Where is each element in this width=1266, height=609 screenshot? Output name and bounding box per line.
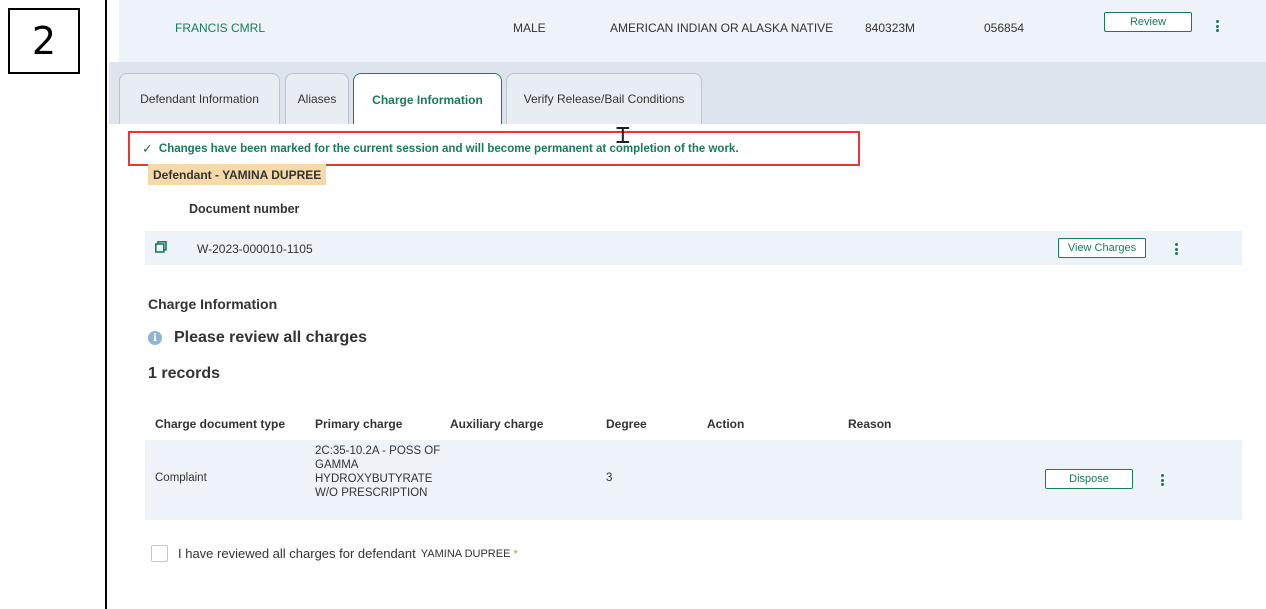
defendant-name[interactable]: FRANCIS CMRL [175, 21, 265, 35]
charges-table-header: Charge document type Primary charge Auxi… [145, 414, 1242, 436]
tab-defendant-information[interactable]: Defendant Information [119, 73, 280, 124]
tab-verify-release-bail-conditions[interactable]: Verify Release/Bail Conditions [506, 73, 702, 124]
step-number: 2 [31, 19, 57, 63]
review-confirmation: I have reviewed all charges for defendan… [151, 545, 518, 562]
records-count: 1 records [148, 365, 221, 382]
review-confirmation-checkbox[interactable] [151, 545, 168, 562]
defendant-race: AMERICAN INDIAN OR ALASKA NATIVE [610, 21, 834, 35]
row-actions-menu-icon[interactable] [1212, 18, 1222, 34]
document-number: W-2023-000010-1105 [197, 242, 313, 256]
defendant-sex: MALE [513, 21, 546, 35]
tab-content: ✓ Changes have been marked for the curre… [119, 124, 1266, 609]
column-header: Action [707, 417, 745, 431]
document-number-header: Document number [189, 202, 300, 216]
app-frame: FRANCIS CMRL MALE AMERICAN INDIAN OR ALA… [105, 0, 1266, 609]
document-actions-menu-icon[interactable] [1171, 241, 1181, 257]
success-message: ✓ Changes have been marked for the curre… [128, 131, 860, 166]
checkmark-icon: ✓ [142, 140, 153, 156]
charge-information-title: Charge Information [148, 296, 278, 312]
charge-actions-menu-icon[interactable] [1157, 472, 1167, 488]
tab-strip: Defendant Information Aliases Charge Inf… [109, 62, 1266, 126]
defendant-tag: Defendant - YAMINA DUPREE [148, 164, 327, 185]
review-confirmation-label: I have reviewed all charges for defendan… [178, 546, 416, 561]
dispose-button[interactable]: Dispose [1045, 469, 1133, 489]
table-row: Complaint 2C:35-10.2A - POSS OF GAMMA HY… [145, 440, 1242, 520]
defendant-id-secondary: 056854 [984, 21, 1025, 35]
defendant-summary-row: FRANCIS CMRL MALE AMERICAN INDIAN OR ALA… [119, 0, 1266, 62]
column-header: Degree [606, 417, 647, 431]
defendant-id-primary: 840323M [865, 21, 916, 35]
text-cursor-icon: Ꮖ [616, 124, 631, 149]
required-marker: * [513, 546, 519, 561]
view-charges-button[interactable]: View Charges [1058, 238, 1146, 258]
column-header: Charge document type [155, 417, 286, 431]
copy-icon[interactable] [155, 241, 167, 253]
step-number-box: 2 [8, 8, 80, 74]
review-confirmation-defendant: YAMINA DUPREE [420, 547, 511, 560]
document-row: W-2023-000010-1105 View Charges [145, 231, 1242, 265]
primary-charge: 2C:35-10.2A - POSS OF GAMMA HYDROXYBUTYR… [315, 445, 441, 499]
column-header: Reason [848, 417, 892, 431]
charge-document-type: Complaint [155, 472, 207, 484]
column-header: Auxiliary charge [450, 417, 544, 431]
success-message-text: Changes have been marked for the current… [158, 142, 739, 155]
info-icon: i [148, 331, 162, 345]
column-header: Primary charge [315, 417, 403, 431]
review-notice: i Please review all charges [148, 329, 367, 347]
charge-degree: 3 [606, 472, 613, 484]
tab-aliases[interactable]: Aliases [285, 73, 349, 124]
review-notice-text: Please review all charges [174, 329, 368, 346]
review-button[interactable]: Review [1104, 12, 1192, 32]
tab-charge-information[interactable]: Charge Information [353, 73, 502, 126]
